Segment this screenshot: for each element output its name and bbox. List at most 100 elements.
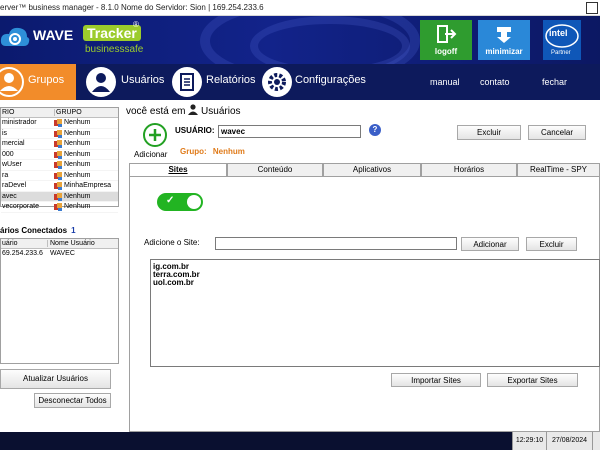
intel-text: intel (549, 28, 568, 38)
minimizar-button[interactable]: minimizar (478, 20, 530, 60)
minimize-arrow-icon (497, 27, 511, 43)
group-name-cell: Nenhum (64, 171, 91, 179)
window-titlebar: erver™ business manager - 8.1.0 Nome do … (0, 0, 600, 16)
connected-users-label: ários Conectados (0, 226, 68, 235)
add-user-label: Adicionar (134, 150, 168, 159)
nav-grupos[interactable]: Grupos (0, 64, 76, 100)
tab-sites[interactable]: Sites (129, 163, 227, 177)
connected-grid-col-name[interactable]: Nome Usuário (47, 240, 95, 247)
logo-wave-text: WAVE (33, 27, 74, 43)
user-small-icon (188, 104, 199, 115)
grupo-label: Grupo: (180, 147, 207, 156)
connected-name-cell: WAVEC (50, 250, 75, 257)
taskbar-date: 27/08/2024 (546, 432, 592, 450)
connected-grid-header: uário Nome Usuário (1, 239, 118, 249)
breadcrumb-page: Usuários (201, 106, 241, 117)
table-row[interactable]: raDevel MinhaEmpresa (1, 181, 118, 192)
sites-list[interactable]: ig.com.br terra.com.br uol.com.br (150, 259, 600, 367)
group-small-icon (54, 171, 62, 180)
list-item[interactable]: uol.com.br (153, 278, 194, 287)
user-name-cell: wUser (2, 161, 22, 168)
nav-fechar-link[interactable]: fechar (542, 77, 567, 87)
group-small-icon (54, 203, 62, 211)
user-name-cell: is (2, 129, 8, 137)
add-site-label: Adicione o Site: (144, 238, 200, 247)
connected-grid-col-ip[interactable]: uário (2, 240, 18, 247)
report-icon (172, 67, 202, 97)
group-small-icon (54, 192, 62, 201)
logo-registered-mark: ® (133, 20, 139, 29)
nav-usuarios[interactable]: Usuários (86, 64, 166, 100)
table-row[interactable]: avec Nenhum (1, 191, 118, 202)
tab-aplicativos[interactable]: Aplicativos (323, 163, 421, 176)
group-small-icon (54, 161, 62, 169)
tab-realtime-spy[interactable]: RealTime - SPY (517, 163, 600, 176)
atualizar-usuarios-button[interactable]: Atualizar Usuários (0, 369, 111, 389)
help-icon[interactable]: ? (369, 124, 381, 136)
user-name-cell: raDevel (2, 182, 27, 189)
nav-relatorios[interactable]: Relatórios (172, 64, 258, 100)
tab-horarios[interactable]: Horários (421, 163, 517, 176)
tab-conteudo[interactable]: Conteúdo (227, 163, 323, 176)
breadcrumb-prefix: você está em (126, 106, 186, 117)
group-name-cell: Nenhum (64, 192, 91, 200)
usuario-field[interactable]: wavec (218, 125, 361, 138)
logoff-icon (437, 25, 457, 43)
group-icon (0, 67, 24, 97)
group-name-cell: Nenhum (64, 203, 91, 210)
grupo-value: Nenhum (212, 147, 245, 156)
user-name-cell: ministrador (2, 119, 37, 126)
cloud-logo-icon (0, 27, 30, 46)
nav-contato-link[interactable]: contato (480, 77, 510, 87)
table-row[interactable]: 69.254.233.6 WAVEC (1, 249, 118, 259)
left-panel: RIO GRUPO ministrador Nenhum is Nenhum merci… (0, 100, 124, 432)
group-name-cell: MinhaEmpresa (64, 182, 112, 189)
table-row[interactable]: vecorporate Nenhum (1, 202, 118, 213)
gear-icon (262, 67, 292, 97)
nav-manual-link[interactable]: manual (430, 77, 460, 87)
add-user-button[interactable] (143, 123, 167, 147)
logoff-label: logoff (434, 47, 458, 56)
add-site-input[interactable] (215, 237, 457, 250)
usuario-label: USUÁRIO: (175, 126, 215, 135)
table-row[interactable]: 000 Nenhum (1, 150, 118, 160)
tab-content-sites: ✓ Adicione o Site: Adicionar Excluir ig.… (129, 176, 600, 432)
user-name-cell: mercial (2, 140, 25, 147)
group-name-cell: Nenhum (64, 161, 91, 168)
breadcrumb: você está em Usuários (126, 104, 241, 117)
nav-configuracoes[interactable]: Configurações (262, 64, 372, 100)
connected-users-grid: uário Nome Usuário 69.254.233.6 WAVEC (0, 238, 119, 364)
table-row[interactable]: ra Nenhum (1, 171, 118, 181)
users-grid-header: RIO GRUPO (1, 108, 118, 118)
adicionar-site-button[interactable]: Adicionar (461, 237, 519, 251)
importar-sites-button[interactable]: Importar Sites (391, 373, 481, 387)
user-name-cell: 000 (2, 150, 14, 158)
users-grid-col-group[interactable]: GRUPO (54, 109, 82, 116)
sites-toggle[interactable]: ✓ (157, 193, 203, 211)
excluir-site-button[interactable]: Excluir (526, 237, 577, 251)
show-desktop-button[interactable] (592, 432, 600, 450)
connected-users-title: ários Conectados 1 (0, 226, 76, 235)
users-grid-body: ministrador Nenhum is Nenhum mercial Nenhum 00… (1, 118, 118, 213)
table-row[interactable]: ministrador Nenhum (1, 118, 118, 129)
group-name-cell: Nenhum (64, 129, 91, 137)
table-row[interactable]: mercial Nenhum (1, 139, 118, 150)
user-name-cell: ra (2, 171, 9, 179)
group-name-cell: Nenhum (64, 119, 91, 126)
table-row[interactable]: wUser Nenhum (1, 160, 118, 171)
taskbar: 12:29:10 27/08/2024 (0, 432, 600, 450)
user-name-cell: avec (2, 192, 17, 200)
group-small-icon (54, 119, 62, 127)
table-row[interactable]: is Nenhum (1, 129, 118, 139)
users-grid-col-user[interactable]: RIO (2, 109, 14, 116)
window-close-button[interactable] (586, 2, 598, 14)
group-name-cell: Nenhum (64, 140, 91, 147)
cancelar-button[interactable]: Cancelar (528, 125, 586, 140)
check-icon: ✓ (166, 195, 175, 206)
intel-partner-text: Partner (551, 50, 571, 56)
logoff-button[interactable]: logoff (420, 20, 472, 60)
exportar-sites-button[interactable]: Exportar Sites (487, 373, 578, 387)
desconectar-todos-button[interactable]: Desconectar Todos (34, 393, 111, 408)
nav-configuracoes-label: Configurações (295, 74, 366, 86)
excluir-user-button[interactable]: Excluir (457, 125, 521, 140)
